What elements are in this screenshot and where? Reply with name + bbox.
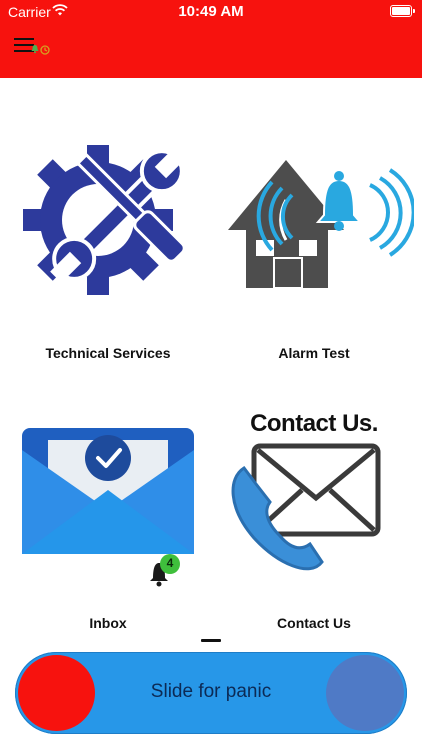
inbox-badge: 4 — [166, 556, 174, 570]
panic-slider-target — [326, 655, 404, 731]
panic-slider[interactable]: Slide for panic — [15, 652, 407, 734]
history-clock-icon — [40, 45, 50, 55]
battery-full-icon — [390, 5, 415, 17]
contact-us-label: Contact Us — [277, 615, 351, 631]
hamburger-menu-icon — [14, 38, 34, 40]
inbox-label: Inbox — [89, 615, 127, 631]
contact-us-phone-envelope-icon — [231, 443, 381, 571]
status-bar: Carrier 10:49 AM — [0, 0, 422, 24]
gear-wrench-screwdriver-icon — [23, 145, 186, 295]
contact-us-banner-text: Contact Us. — [250, 410, 378, 437]
envelope-check-icon — [22, 428, 194, 587]
status-time: 10:49 AM — [178, 3, 244, 20]
header-bar: Carrier 10:49 AM — [0, 0, 422, 78]
bell-status-icon — [31, 45, 39, 54]
inbox-tile[interactable]: 4 Inbox — [8, 410, 208, 635]
alarm-test-tile[interactable]: Alarm Test — [214, 140, 414, 365]
alarm-test-label: Alarm Test — [278, 345, 350, 361]
page-indicator — [201, 639, 221, 642]
house-alarm-bell-icon — [228, 160, 414, 289]
contact-us-tile[interactable]: Contact Us. Contact Us — [214, 410, 414, 635]
menu-button[interactable] — [14, 36, 54, 58]
technical-services-label: Technical Services — [45, 345, 171, 361]
technical-services-tile[interactable]: Technical Services — [8, 140, 208, 365]
